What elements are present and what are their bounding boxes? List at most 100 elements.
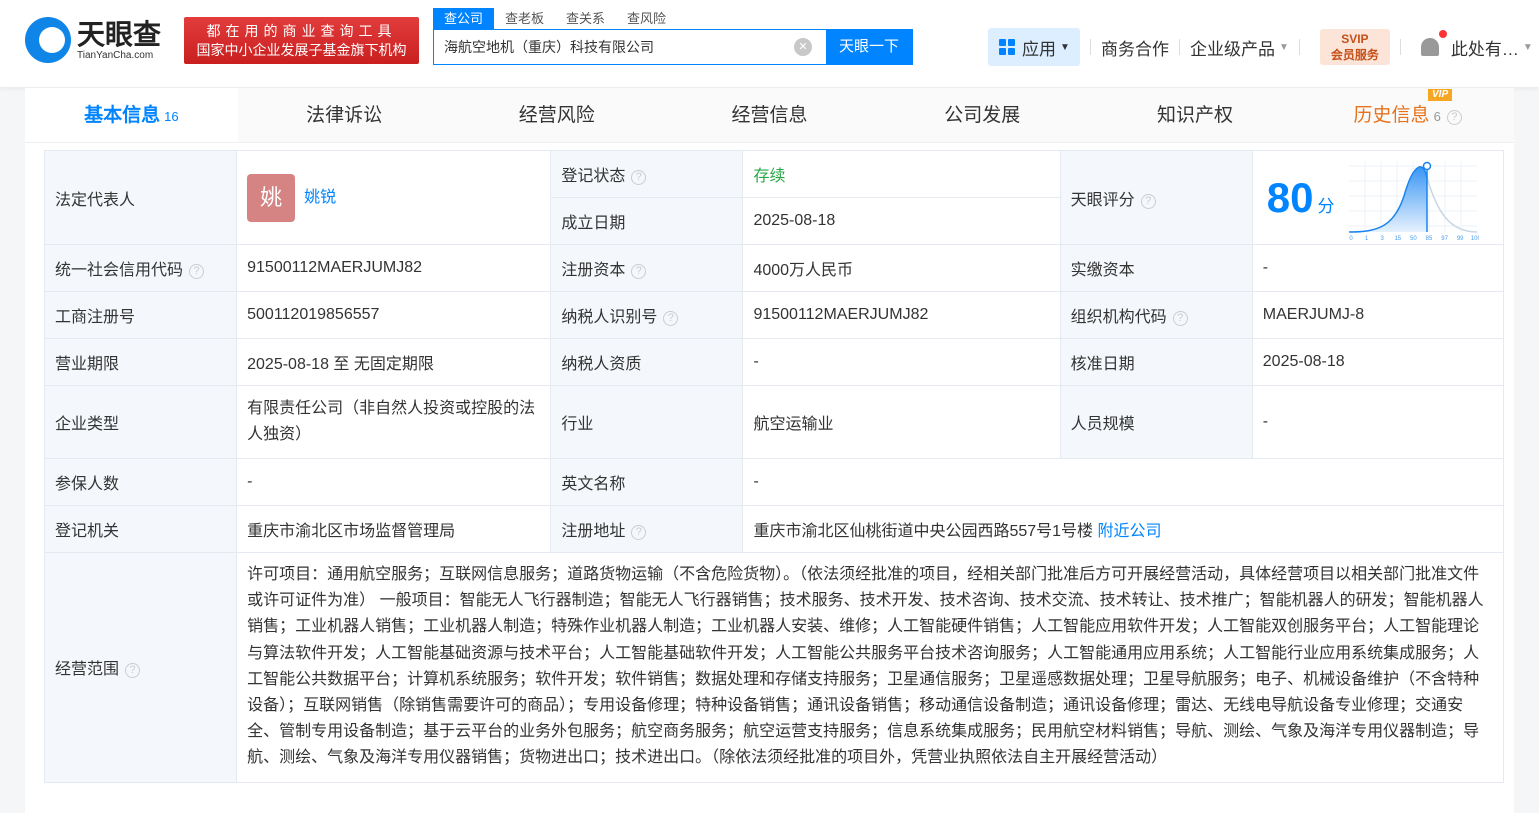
insured-value: - [236, 458, 552, 506]
taxpayer-label: 纳税人资质 [550, 338, 744, 386]
status-label: 登记状态? [550, 150, 744, 198]
insured-label: 参保人数 [43, 458, 238, 506]
tab-litigation[interactable]: 法律诉讼 [238, 88, 451, 142]
apps-label: 应用 [1022, 39, 1056, 59]
search-tab-relation[interactable]: 查关系 [555, 8, 616, 29]
slogan-line1: 都在用的商业查询工具 [206, 23, 397, 39]
scope-label: 经营范围? [43, 552, 238, 783]
apps-menu[interactable]: 应用 ▼ [988, 28, 1080, 66]
caret-down-icon: ▼ [1522, 41, 1533, 53]
score-axis-tick: 97 [1441, 236, 1448, 240]
help-icon: ? [1172, 311, 1188, 326]
logo-domain: TianYanCha.com [77, 49, 154, 61]
reg-capital-label: 注册资本? [550, 244, 744, 292]
basic-info-panel: 法定代表人 姚姚锐 登记状态? 存续 天眼评分? 80 分 0 1 3 15 50 85 97… [25, 143, 1514, 813]
term-value: 2025-08-18 至 无固定期限 [236, 338, 552, 386]
type-value: 有限责任公司（非自然人投资或控股的法人独资） [236, 385, 552, 459]
help-icon: ? [1140, 193, 1156, 209]
caret-down-icon: ▼ [1279, 41, 1289, 53]
score-unit: 分 [1317, 197, 1335, 216]
avatar[interactable]: 姚 [247, 173, 296, 222]
score-axis-tick: 3 [1380, 236, 1384, 240]
slogan-line2: 国家中小企业发展子基金旗下机构 [196, 42, 407, 58]
svip-label: SVIP [1341, 32, 1369, 46]
tianyancha-logo[interactable]: 天眼查 TianYanCha.com [25, 17, 161, 63]
tab-ip[interactable]: 知识产权 [1089, 88, 1302, 142]
help-icon: ? [631, 525, 647, 540]
score-axis-tick: 100 [1470, 236, 1478, 240]
address-cell: 重庆市渝北区仙桃街道中央公园西路557号1号楼 附近公司 [742, 505, 1504, 553]
tab-development[interactable]: 公司发展 [876, 88, 1089, 142]
english-value: - [742, 458, 1504, 506]
top-header: 天眼查 TianYanCha.com 都在用的商业查询工具 国家中小企业发展子基金旗… [0, 0, 1539, 87]
score-axis-tick: 99 [1456, 236, 1463, 240]
caret-down-icon: ▼ [1060, 41, 1070, 53]
approved-value: 2025-08-18 [1251, 338, 1505, 386]
industry-label: 行业 [550, 385, 744, 459]
legal-rep-label: 法定代表人 [43, 150, 238, 245]
logo-eye-icon [25, 17, 71, 63]
org-code-label: 组织机构代码? [1059, 291, 1253, 339]
tab-history[interactable]: 历史信息 6? [1301, 88, 1514, 142]
business-link[interactable]: 商务合作 [1101, 35, 1169, 60]
slogan-banner[interactable]: 都在用的商业查询工具 国家中小企业发展子基金旗下机构 [184, 17, 419, 64]
tax-id-label: 纳税人识别号? [550, 291, 744, 339]
search-button[interactable]: 天眼一下 [826, 30, 912, 64]
help-icon: ? [631, 264, 647, 279]
score-axis-tick: 85 [1425, 236, 1432, 240]
logo-name: 天眼查 [77, 18, 162, 50]
nearby-companies-link[interactable]: 附近公司 [1098, 523, 1162, 540]
score-axis-tick: 0 [1349, 236, 1353, 240]
staff-value: - [1251, 385, 1505, 459]
industry-value: 航空运输业 [742, 385, 1061, 459]
tab-operating-info[interactable]: 经营信息 [663, 88, 876, 142]
score-axis-tick: 15 [1394, 236, 1401, 240]
help-icon: ? [1446, 110, 1462, 125]
help-icon: ? [663, 311, 679, 326]
approved-label: 核准日期 [1059, 338, 1253, 386]
notification-bell-icon[interactable] [1420, 30, 1447, 56]
english-label: 英文名称 [550, 458, 744, 506]
taxpayer-value: - [742, 338, 1061, 386]
tax-id-value: 91500112MAERJUMJ82 [742, 291, 1061, 339]
reg-no-value: 500112019856557 [236, 291, 552, 339]
org-code-value: MAERJUMJ-8 [1251, 291, 1505, 339]
score-value: 80 [1266, 173, 1314, 221]
address-label: 注册地址? [550, 505, 744, 553]
svip-button[interactable]: SVIP 会员服务 [1319, 29, 1390, 65]
type-label: 企业类型 [43, 385, 238, 459]
address-value: 重庆市渝北区仙桃街道中央公园西路557号1号楼 [753, 523, 1094, 540]
help-icon: ? [125, 663, 141, 679]
clear-icon[interactable]: ✕ [794, 38, 812, 56]
vip-badge: VIP [1428, 89, 1453, 101]
enterprise-products-menu[interactable]: 企业级产品 [1190, 35, 1275, 60]
score-axis-tick: 1 [1364, 236, 1368, 240]
user-menu[interactable]: 此处有… [1451, 35, 1519, 60]
staff-label: 人员规模 [1059, 385, 1253, 459]
score-cell[interactable]: 80分 0 1 3 15 50 85 97 99 100 [1251, 150, 1505, 245]
established-label: 成立日期 [550, 197, 744, 245]
search-input[interactable] [434, 30, 794, 64]
reg-capital-value: 4000万人民币 [742, 244, 1061, 292]
paid-capital-value: - [1251, 244, 1505, 292]
svip-service-label: 会员服务 [1330, 48, 1379, 62]
search-bar: ✕ 天眼一下 [433, 29, 913, 65]
search-tab-company[interactable]: 查公司 [433, 8, 495, 29]
established-value: 2025-08-18 [742, 197, 1061, 245]
score-axis-tick: 50 [1410, 236, 1417, 240]
score-label: 天眼评分? [1059, 150, 1253, 245]
search-tab-boss[interactable]: 查老板 [494, 8, 555, 29]
tab-basic-info[interactable]: 基本信息 16 [25, 88, 238, 142]
paid-capital-label: 实缴资本 [1059, 244, 1253, 292]
basic-info-table: 法定代表人 姚姚锐 登记状态? 存续 天眼评分? 80 分 0 1 3 15 50 85 97… [43, 150, 1505, 783]
legal-rep-cell: 姚姚锐 [236, 150, 552, 245]
section-tabs: 基本信息 16 法律诉讼 经营风险 经营信息 公司发展 知识产权 历史信息 6? [25, 88, 1514, 143]
authority-value: 重庆市渝北区市场监督管理局 [236, 505, 552, 553]
credit-code-value: 91500112MAERJUMJ82 [236, 244, 552, 292]
scope-value: 许可项目：通用航空服务；互联网信息服务；道路货物运输（不含危险货物）。（依法须经… [236, 552, 1504, 783]
help-icon: ? [631, 170, 647, 185]
search-tab-risk[interactable]: 查风险 [616, 8, 677, 29]
legal-rep-link[interactable]: 姚锐 [304, 189, 336, 206]
tab-operating-risk[interactable]: 经营风险 [450, 88, 663, 142]
credit-code-label: 统一社会信用代码? [43, 244, 238, 292]
